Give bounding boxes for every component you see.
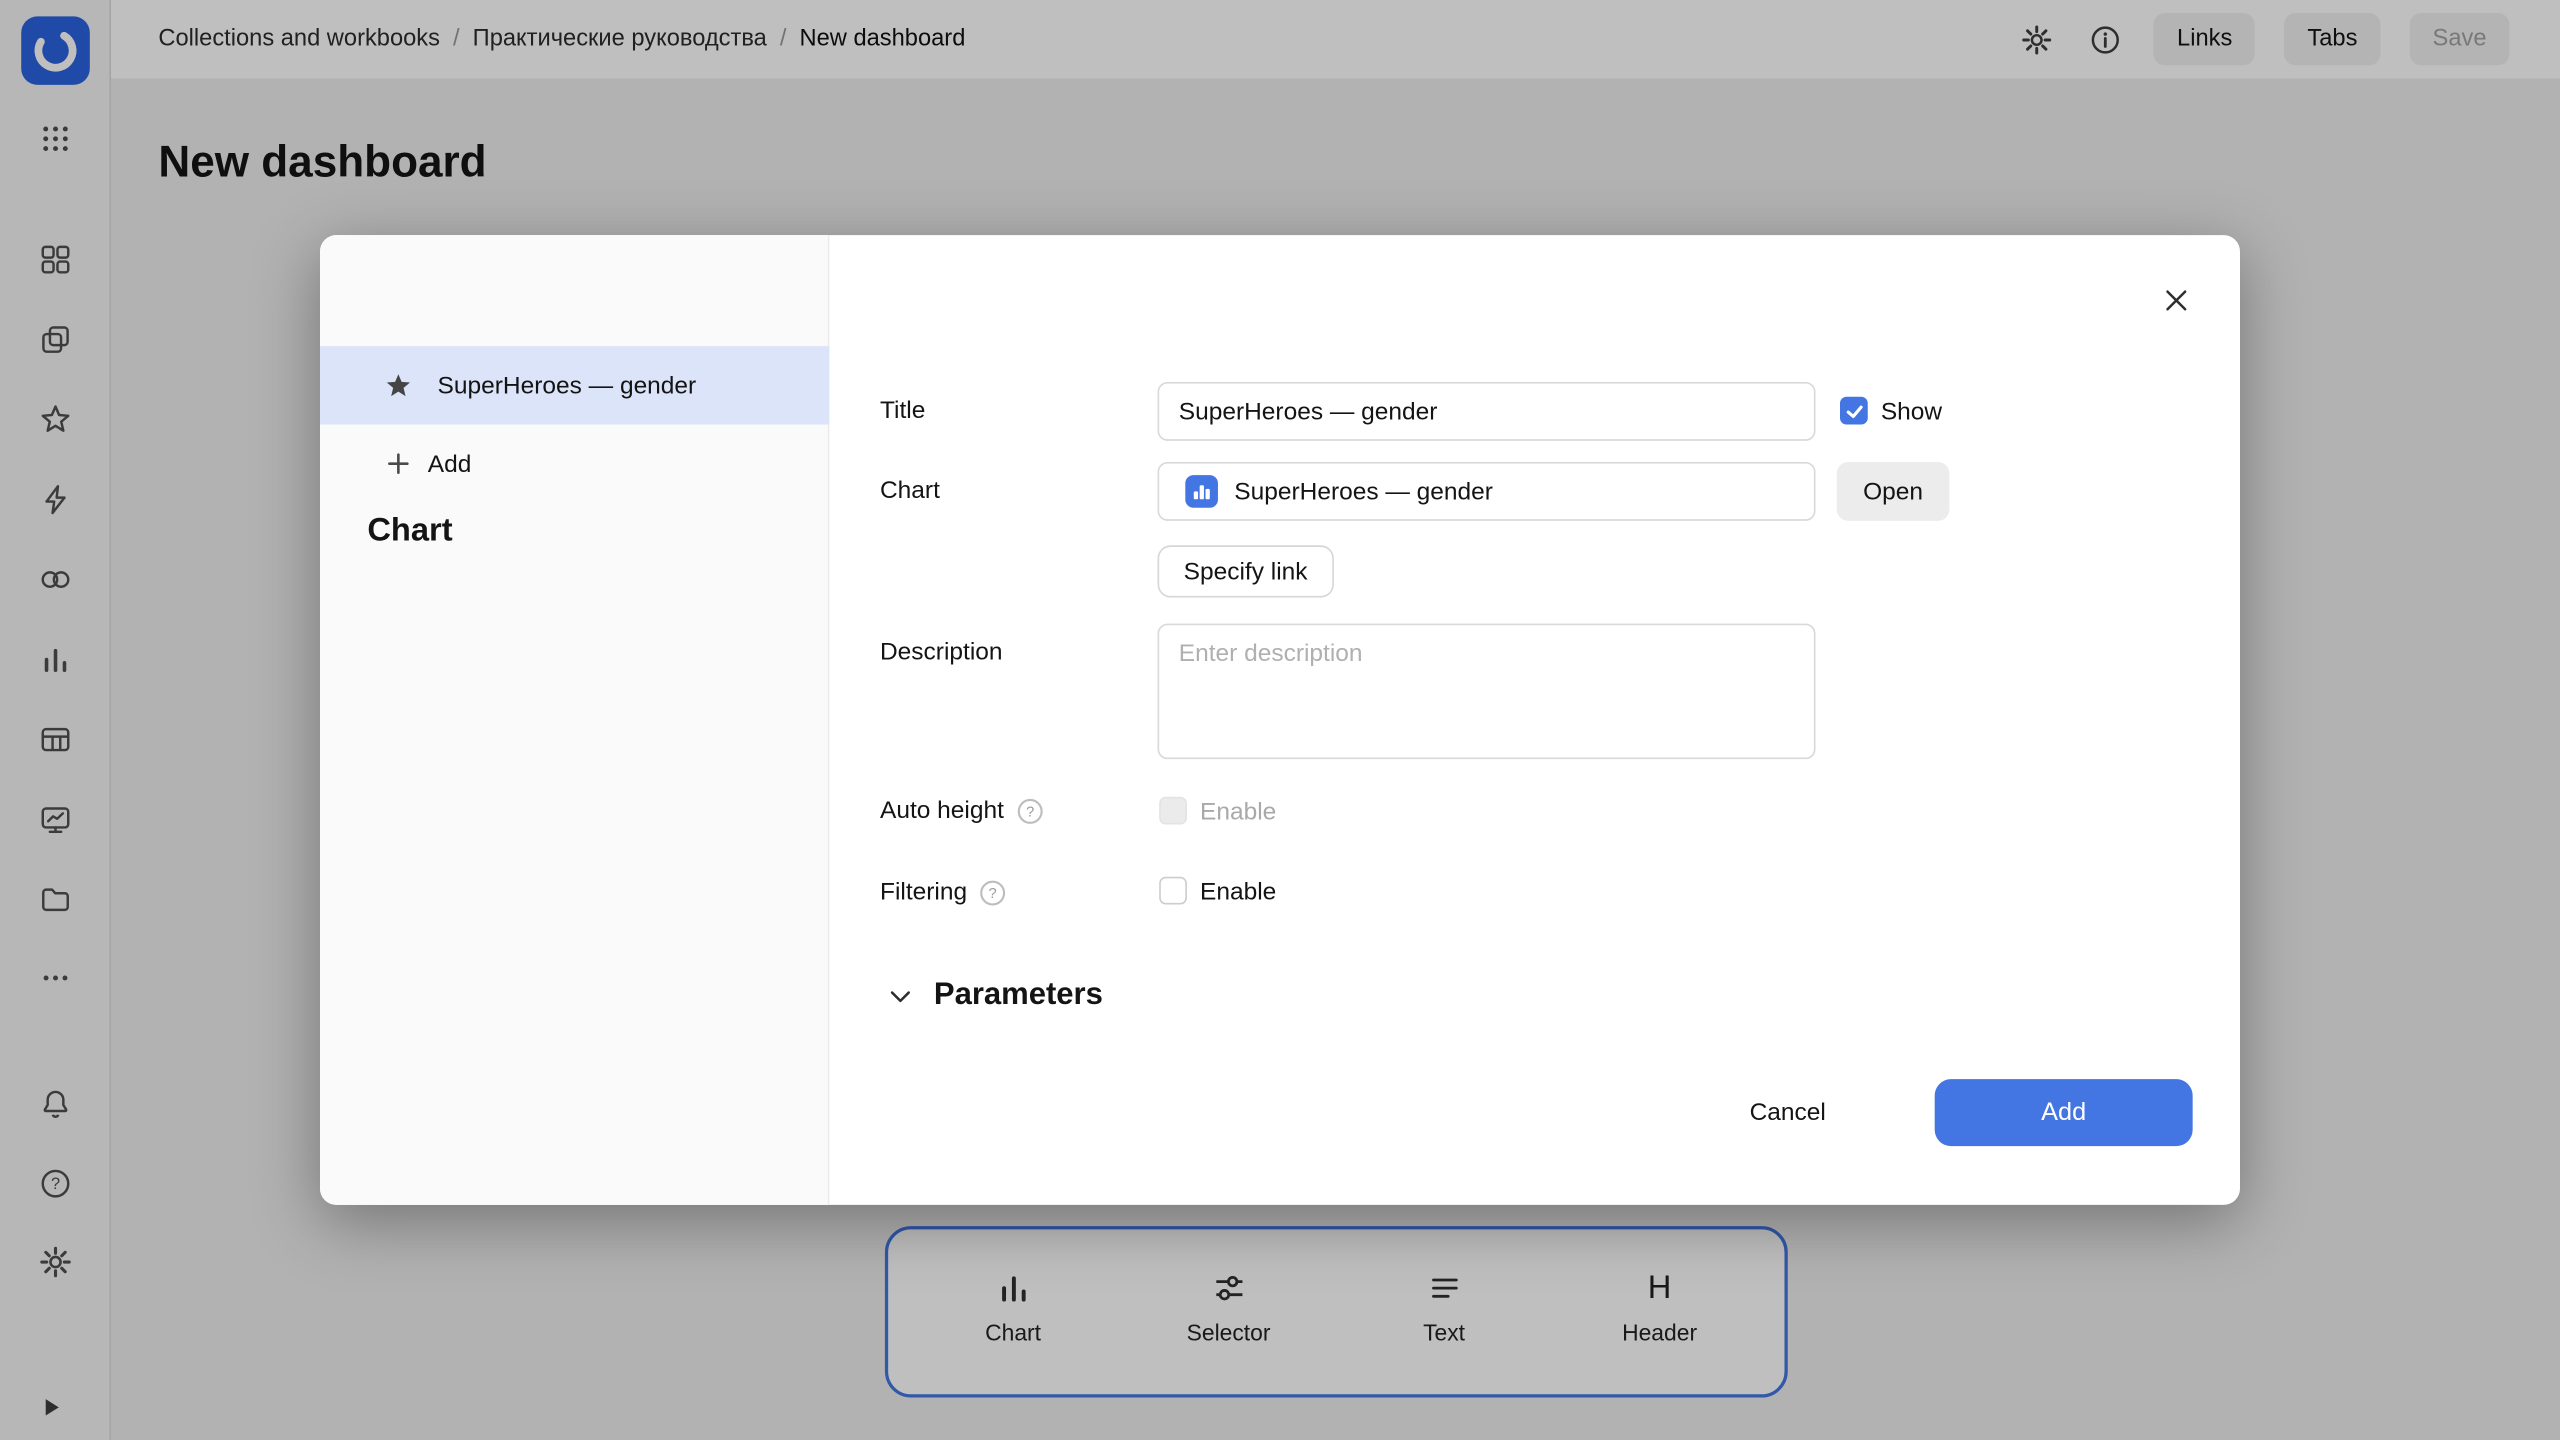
app: ? Collections and workbooks / Практическ… bbox=[0, 0, 2560, 1440]
close-dialog-button[interactable] bbox=[2157, 281, 2196, 320]
dialog-title: Chart bbox=[367, 513, 452, 551]
help-hint-icon[interactable]: ? bbox=[980, 879, 1006, 905]
specify-link-button[interactable]: Specify link bbox=[1158, 545, 1334, 597]
description-textarea[interactable] bbox=[1158, 624, 1816, 760]
chart-select-value: SuperHeroes — gender bbox=[1234, 478, 1493, 506]
add-label: Add bbox=[428, 450, 472, 478]
auto-height-enable-label: Enable bbox=[1200, 798, 1276, 826]
chart-widget-dialog: Chart SuperHeroes — gender Add bbox=[320, 235, 2240, 1205]
add-button[interactable]: Add bbox=[1935, 1079, 2193, 1146]
svg-text:?: ? bbox=[989, 885, 997, 901]
chart-item-label: SuperHeroes — gender bbox=[438, 371, 697, 399]
star-filled-icon bbox=[385, 372, 411, 398]
chart-select-field[interactable]: SuperHeroes — gender bbox=[1158, 462, 1816, 521]
open-chart-button[interactable]: Open bbox=[1837, 462, 1950, 521]
parameters-label: Parameters bbox=[934, 970, 1103, 1022]
filtering-checkbox[interactable] bbox=[1159, 877, 1187, 905]
cancel-button[interactable]: Cancel bbox=[1706, 1079, 1869, 1146]
add-chart-tab-button[interactable]: Add bbox=[320, 431, 829, 496]
close-icon bbox=[2162, 286, 2191, 315]
title-field-label: Title bbox=[880, 397, 925, 425]
filtering-label: Filtering bbox=[880, 878, 967, 906]
filtering-enable-label: Enable bbox=[1200, 878, 1276, 906]
check-icon bbox=[1842, 399, 1865, 422]
auto-height-checkbox[interactable] bbox=[1159, 797, 1187, 825]
title-input[interactable] bbox=[1158, 382, 1816, 441]
chevron-down-icon bbox=[887, 982, 915, 1010]
plus-icon bbox=[385, 451, 411, 477]
description-field-label: Description bbox=[880, 638, 1002, 666]
chart-type-icon bbox=[1185, 475, 1218, 508]
chart-field-label: Chart bbox=[880, 477, 940, 505]
auto-height-label-group: Auto height ? bbox=[880, 797, 1043, 825]
filtering-label-group: Filtering ? bbox=[880, 878, 1006, 906]
svg-text:?: ? bbox=[1026, 804, 1034, 820]
chart-list-item-selected[interactable]: SuperHeroes — gender bbox=[320, 346, 829, 424]
dialog-side-panel: Chart SuperHeroes — gender Add bbox=[320, 235, 829, 1205]
show-title-checkbox[interactable] bbox=[1840, 397, 1868, 425]
show-title-label: Show bbox=[1881, 398, 1942, 426]
help-hint-icon[interactable]: ? bbox=[1017, 798, 1043, 824]
auto-height-label: Auto height bbox=[880, 797, 1004, 825]
parameters-section-toggle[interactable]: Parameters bbox=[887, 970, 1103, 1022]
